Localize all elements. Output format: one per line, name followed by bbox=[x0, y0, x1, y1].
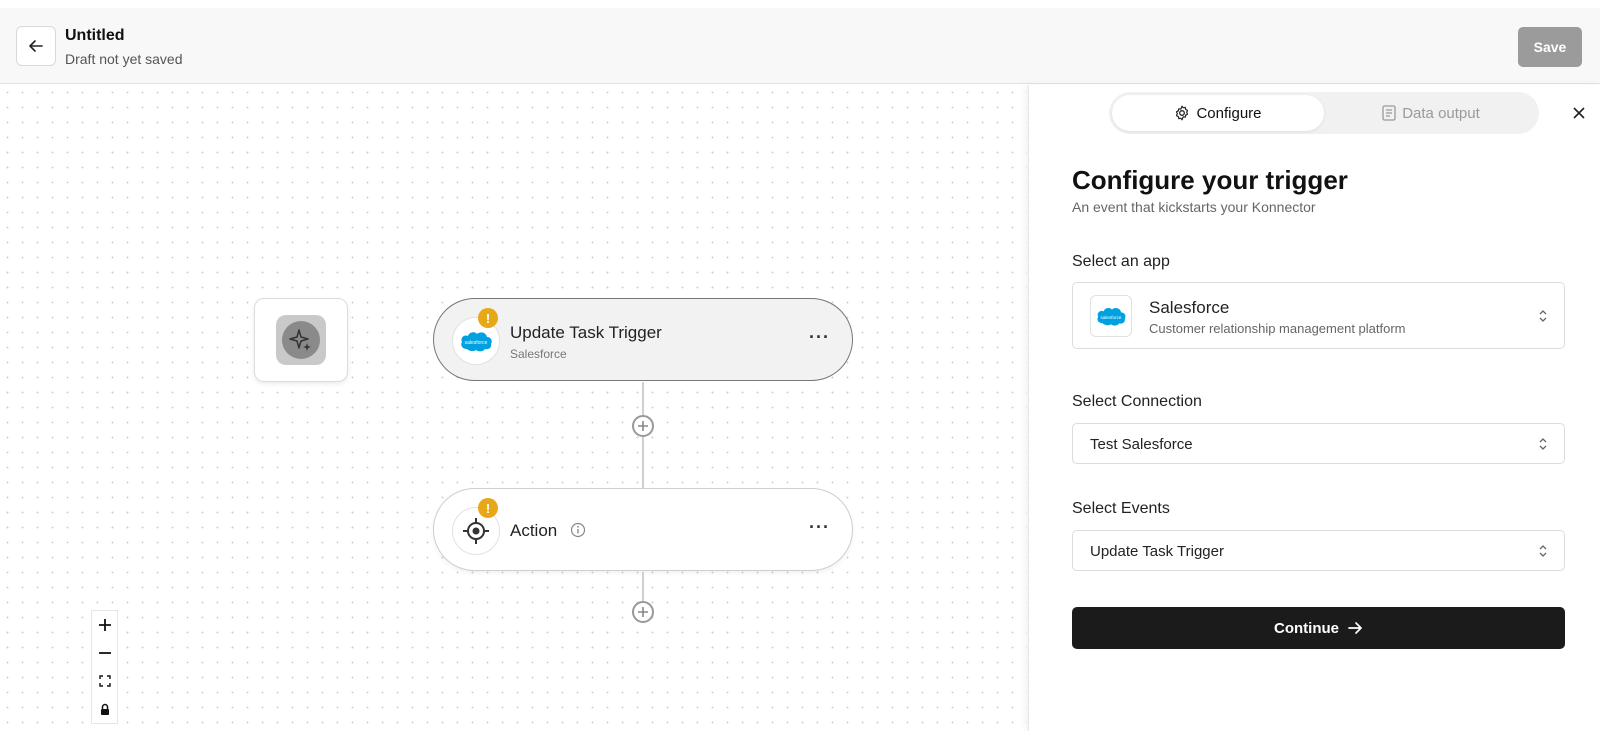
connection-select-value: Test Salesforce bbox=[1090, 436, 1193, 453]
minus-icon bbox=[98, 652, 111, 654]
panel-title: Configure your trigger bbox=[1072, 165, 1348, 195]
workflow-canvas[interactable]: salesforce ! Update Task Trigger Salesfo… bbox=[0, 85, 1027, 731]
tab-data-output-label: Data output bbox=[1402, 104, 1480, 122]
close-panel-button[interactable] bbox=[1569, 103, 1589, 123]
events-select-value: Update Task Trigger bbox=[1090, 543, 1224, 560]
app-select[interactable]: salesforce Salesforce Customer relations… bbox=[1072, 282, 1565, 349]
continue-button[interactable]: Continue bbox=[1072, 607, 1565, 649]
connection-select[interactable]: Test Salesforce bbox=[1072, 423, 1565, 464]
info-icon[interactable] bbox=[570, 522, 586, 538]
plus-icon bbox=[638, 421, 648, 431]
fit-view-button[interactable] bbox=[92, 667, 117, 695]
close-icon bbox=[1573, 107, 1585, 119]
connection-field-label: Select Connection bbox=[1072, 393, 1202, 410]
warning-badge: ! bbox=[478, 308, 498, 328]
tab-configure-label: Configure bbox=[1196, 104, 1262, 122]
connector-line bbox=[642, 437, 644, 488]
zoom-controls bbox=[91, 610, 118, 724]
action-node-title: Action bbox=[510, 521, 558, 540]
ai-assistant-node[interactable] bbox=[254, 298, 348, 382]
arrow-right-icon bbox=[1348, 622, 1362, 634]
chevron-up-down-icon bbox=[1539, 437, 1547, 450]
save-button[interactable]: Save bbox=[1518, 27, 1582, 67]
ai-node-circle bbox=[282, 321, 320, 359]
zoom-out-button[interactable] bbox=[92, 639, 117, 667]
configure-panel: Configure Data output Configure your tri… bbox=[1028, 85, 1600, 731]
continue-label: Continue bbox=[1274, 619, 1339, 637]
panel-tabs: Configure Data output bbox=[1109, 92, 1539, 134]
gear-icon bbox=[1176, 105, 1189, 121]
chevron-up-down-icon bbox=[1539, 309, 1547, 322]
tab-configure[interactable]: Configure bbox=[1112, 95, 1324, 131]
trigger-node-title: Update Task Trigger bbox=[510, 323, 662, 342]
konnector-title: Untitled bbox=[65, 27, 125, 44]
add-step-button[interactable] bbox=[632, 415, 654, 437]
draft-status: Draft not yet saved bbox=[65, 51, 183, 67]
warning-badge: ! bbox=[478, 498, 498, 518]
sparkles-icon bbox=[289, 329, 311, 351]
panel-subtitle: An event that kickstarts your Konnector bbox=[1072, 199, 1316, 215]
app-field-label: Select an app bbox=[1072, 253, 1170, 270]
trigger-node[interactable]: salesforce ! Update Task Trigger Salesfo… bbox=[433, 298, 853, 381]
events-field-label: Select Events bbox=[1072, 500, 1170, 517]
top-bar: Untitled Draft not yet saved Save bbox=[0, 8, 1600, 84]
lock-button[interactable] bbox=[92, 695, 117, 723]
ai-node-badge bbox=[276, 315, 326, 365]
salesforce-logo-text: salesforce bbox=[1101, 315, 1122, 320]
arrow-left-icon bbox=[29, 40, 43, 52]
add-step-button[interactable] bbox=[632, 601, 654, 623]
trigger-node-app: Salesforce bbox=[510, 347, 567, 361]
plus-icon bbox=[98, 619, 111, 631]
node-menu-button[interactable]: ··· bbox=[809, 327, 830, 348]
salesforce-logo-icon: salesforce bbox=[1090, 295, 1132, 337]
document-icon bbox=[1382, 105, 1396, 121]
selected-app-description: Customer relationship management platfor… bbox=[1149, 321, 1406, 336]
node-menu-button[interactable]: ··· bbox=[809, 517, 830, 538]
lock-icon bbox=[100, 703, 109, 715]
action-node[interactable]: ! Action ··· bbox=[433, 488, 853, 571]
back-button[interactable] bbox=[16, 26, 56, 66]
fullscreen-icon bbox=[98, 675, 111, 687]
svg-text:salesforce: salesforce bbox=[465, 340, 488, 346]
chevron-up-down-icon bbox=[1539, 544, 1547, 557]
plus-icon bbox=[638, 607, 648, 617]
zoom-in-button[interactable] bbox=[92, 611, 117, 639]
selected-app-name: Salesforce bbox=[1149, 298, 1230, 317]
tab-data-output[interactable]: Data output bbox=[1325, 95, 1537, 131]
events-select[interactable]: Update Task Trigger bbox=[1072, 530, 1565, 571]
